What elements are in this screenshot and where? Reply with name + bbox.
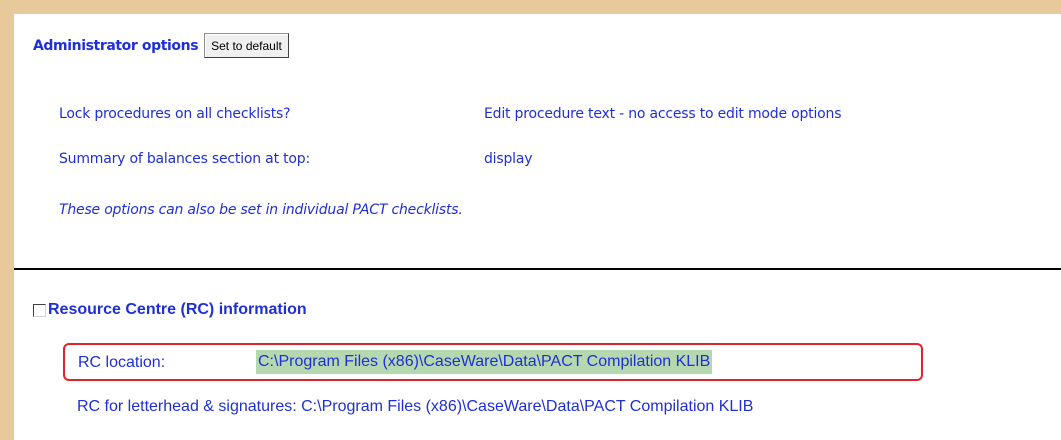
rc-letterhead-label: RC for letterhead & signatures: xyxy=(77,398,297,415)
lock-procedures-value[interactable]: Edit procedure text - no access to edit … xyxy=(484,106,841,122)
admin-options-header: Administrator options Set to default xyxy=(33,32,289,59)
lock-procedures-label: Lock procedures on all checklists? xyxy=(59,106,291,122)
lock-procedures-row: Lock procedures on all checklists? Edit … xyxy=(59,106,841,122)
section-divider xyxy=(14,268,1061,270)
admin-options-title: Administrator options xyxy=(33,37,199,54)
rc-section-header: Resource Centre (RC) information xyxy=(33,301,307,319)
rc-location-highlight-box: RC location: C:\Program Files (x86)\Case… xyxy=(63,343,923,381)
content-panel: Administrator options Set to default Loc… xyxy=(14,14,1061,440)
summary-balances-row: Summary of balances section at top: disp… xyxy=(59,151,533,167)
rc-section-title: Resource Centre (RC) information xyxy=(48,301,307,318)
rc-letterhead-row: RC for letterhead & signatures: C:\Progr… xyxy=(77,398,753,416)
set-to-default-button[interactable]: Set to default xyxy=(204,33,289,58)
rc-checkbox[interactable] xyxy=(33,303,46,317)
rc-location-value[interactable]: C:\Program Files (x86)\CaseWare\Data\PAC… xyxy=(256,350,713,374)
summary-balances-value[interactable]: display xyxy=(484,151,533,167)
summary-balances-label: Summary of balances section at top: xyxy=(59,151,310,167)
rc-location-label: RC location: xyxy=(78,354,166,371)
options-note: These options can also be set in individ… xyxy=(59,202,463,218)
rc-letterhead-value[interactable]: C:\Program Files (x86)\CaseWare\Data\PAC… xyxy=(301,398,753,415)
